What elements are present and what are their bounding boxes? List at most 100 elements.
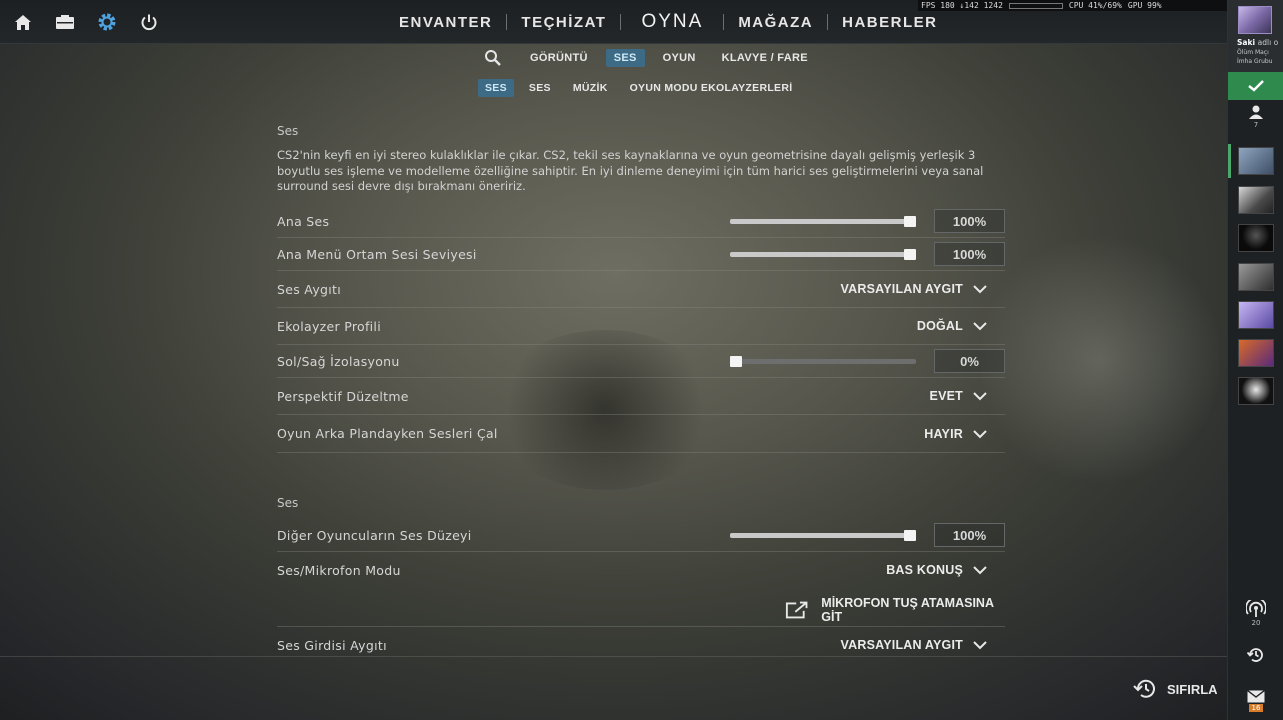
settings-category-tabs: GÖRÜNTÜ SES OYUN KLAVYE / FARE — [484, 49, 826, 67]
profile-name-text: Saki — [1237, 38, 1256, 47]
tab-goruntu[interactable]: GÖRÜNTÜ — [522, 49, 596, 67]
master-volume-slider[interactable] — [730, 215, 916, 227]
footer-divider — [0, 656, 1227, 657]
perspective-correction-dropdown[interactable]: EVET — [930, 389, 987, 403]
setting-label: Ses/Mikrofon Modu — [277, 562, 401, 578]
setting-label: Diğer Oyuncuların Ses Düzeyi — [277, 527, 472, 543]
profile-status-line: Ölüm Maçı — [1237, 49, 1269, 56]
mic-mode-dropdown[interactable]: BAS KONUŞ — [886, 563, 987, 577]
friend-avatar[interactable] — [1238, 377, 1274, 405]
friend-avatar[interactable] — [1238, 301, 1274, 329]
slider-knob[interactable] — [730, 355, 742, 367]
mic-keybind-link[interactable]: MİKROFON TUŞ ATAMASINA GİT — [785, 596, 1005, 624]
cpu-readout: CPU 41%/69% — [1068, 1, 1122, 10]
setting-row-ses-aygiti: Ses Aygıtı VARSAYILAN AYGIT — [277, 271, 1005, 308]
input-device-dropdown[interactable]: VARSAYILAN AYGIT — [841, 638, 987, 652]
slider-fill — [730, 218, 910, 224]
slider-knob[interactable] — [904, 248, 916, 260]
left-right-isolation-value[interactable]: 0% — [934, 349, 1005, 373]
setting-row-ana-ses: Ana Ses 100% — [277, 205, 1005, 238]
friend-avatar[interactable] — [1238, 339, 1274, 367]
setting-row-sol-sag-izolasyonu: Sol/Sağ İzolasyonu 0% — [277, 345, 1005, 378]
external-link-icon — [785, 601, 808, 619]
chevron-down-icon — [973, 566, 987, 575]
left-right-isolation-slider[interactable] — [730, 355, 916, 367]
checkmark-icon — [1248, 80, 1264, 92]
setting-label: Oyun Arka Plandayken Sesleri Çal — [277, 426, 498, 441]
menu-ambient-volume-slider[interactable] — [730, 248, 916, 260]
chevron-down-icon — [973, 285, 987, 294]
setting-label: Ana Ses — [277, 213, 330, 229]
main-nav: ENVANTER TEÇHİZAT OYNA MAĞAZA HABERLER — [385, 0, 951, 44]
friend-avatar[interactable] — [1238, 263, 1274, 291]
setting-row-perspektif-duzeltme: Perspektif Düzeltme EVET — [277, 378, 1005, 415]
dropdown-value: BAS KONUŞ — [886, 563, 963, 577]
dropdown-value: HAYIR — [924, 426, 963, 441]
nav-magaza[interactable]: MAĞAZA — [724, 14, 827, 31]
audio-settings-panel: Ses CS2'nin keyfi en iyi stereo kulaklık… — [277, 120, 1005, 653]
setting-label: Ana Menü Ortam Sesi Seviyesi — [277, 246, 477, 262]
tab-ses[interactable]: SES — [605, 49, 645, 67]
ready-button[interactable] — [1228, 72, 1283, 100]
menu-ambient-volume-value[interactable]: 100% — [934, 242, 1005, 266]
broadcast-icon — [1246, 600, 1266, 617]
profile-card[interactable]: Saki adlı o Ölüm Maçı İmha Grubu — [1228, 0, 1283, 72]
home-icon[interactable] — [12, 11, 34, 33]
nav-oyna[interactable]: OYNA — [621, 11, 723, 33]
tab-oyun[interactable]: OYUN — [655, 49, 704, 67]
mail-button[interactable]: 16 — [1228, 690, 1283, 712]
mail-count-badge: 16 — [1248, 704, 1264, 712]
dropdown-value: VARSAYILAN AYGIT — [840, 282, 963, 296]
friends-sidebar: Saki adlı o Ölüm Maçı İmha Grubu 7 20 16 — [1227, 0, 1283, 720]
subtab-muzik[interactable]: MÜZİK — [566, 79, 615, 97]
link-label: MİKROFON TUŞ ATAMASINA GİT — [821, 596, 994, 624]
nav-envanter[interactable]: ENVANTER — [385, 14, 506, 31]
background-audio-dropdown[interactable]: HAYIR — [924, 427, 987, 441]
reset-button[interactable]: SIFIRLA — [1133, 678, 1218, 700]
dropdown-value: DOĞAL — [916, 319, 963, 333]
reset-history-icon — [1133, 679, 1155, 698]
nav-haberler[interactable]: HABERLER — [828, 14, 951, 31]
top-left-icons — [12, 11, 160, 33]
voice-volume-value[interactable]: 100% — [934, 523, 1005, 547]
inventory-icon[interactable] — [54, 11, 76, 33]
setting-label: Perspektif Düzeltme — [277, 388, 409, 404]
mail-icon — [1247, 690, 1265, 703]
master-volume-value[interactable]: 100% — [934, 209, 1005, 233]
section-title: Ses — [277, 496, 299, 510]
top-navigation-bar: ENVANTER TEÇHİZAT OYNA MAĞAZA HABERLER F… — [0, 0, 1227, 44]
friend-avatar[interactable] — [1238, 147, 1274, 175]
setting-row-ses-girdisi-aygiti: Ses Girdisi Aygıtı VARSAYILAN AYGIT — [277, 627, 1005, 663]
selected-indicator — [1228, 144, 1231, 178]
tab-klavye-fare[interactable]: KLAVYE / FARE — [714, 49, 816, 67]
setting-label: Ses Girdisi Aygıtı — [277, 637, 387, 653]
dropdown-value: VARSAYILAN AYGIT — [840, 638, 963, 652]
setting-row-mikrofon-modu: Ses/Mikrofon Modu BAS KONUŞ — [277, 552, 1005, 588]
slider-knob[interactable] — [904, 215, 916, 227]
friend-avatar[interactable] — [1238, 224, 1274, 252]
fps-readout: FPS 180 ↓142 1242 — [921, 1, 1003, 10]
section-title: Ses — [277, 124, 299, 138]
subtab-oyun-modu-ekolayzerleri[interactable]: OYUN MODU EKOLAYZERLERİ — [623, 79, 800, 97]
slider-knob[interactable] — [904, 529, 916, 541]
audio-device-dropdown[interactable]: VARSAYILAN AYGIT — [841, 282, 987, 296]
voice-volume-slider[interactable] — [730, 529, 916, 541]
setting-label: Ekolayzer Profili — [277, 318, 381, 334]
subtab-ses[interactable]: SES — [522, 79, 558, 97]
slider-fill — [730, 532, 910, 538]
ping-indicator[interactable]: 20 — [1228, 600, 1283, 627]
history-button[interactable] — [1228, 646, 1283, 664]
fps-graph — [1008, 2, 1063, 9]
friends-button[interactable]: 7 — [1228, 104, 1283, 140]
search-icon[interactable] — [484, 49, 502, 67]
person-icon — [1249, 105, 1263, 119]
setting-row-arka-plan-sesleri: Oyun Arka Plandayken Sesleri Çal HAYIR — [277, 415, 1005, 453]
power-icon[interactable] — [138, 11, 160, 33]
subtab-ses-active[interactable]: SES — [478, 79, 514, 97]
equalizer-profile-dropdown[interactable]: DOĞAL — [917, 319, 987, 333]
reset-label: SIFIRLA — [1167, 681, 1218, 697]
friend-avatar[interactable] — [1238, 186, 1274, 214]
sound-subtabs: SES SES MÜZİK OYUN MODU EKOLAYZERLERİ — [478, 79, 807, 97]
nav-techizat[interactable]: TEÇHİZAT — [507, 14, 620, 31]
settings-gear-icon[interactable] — [96, 11, 118, 33]
